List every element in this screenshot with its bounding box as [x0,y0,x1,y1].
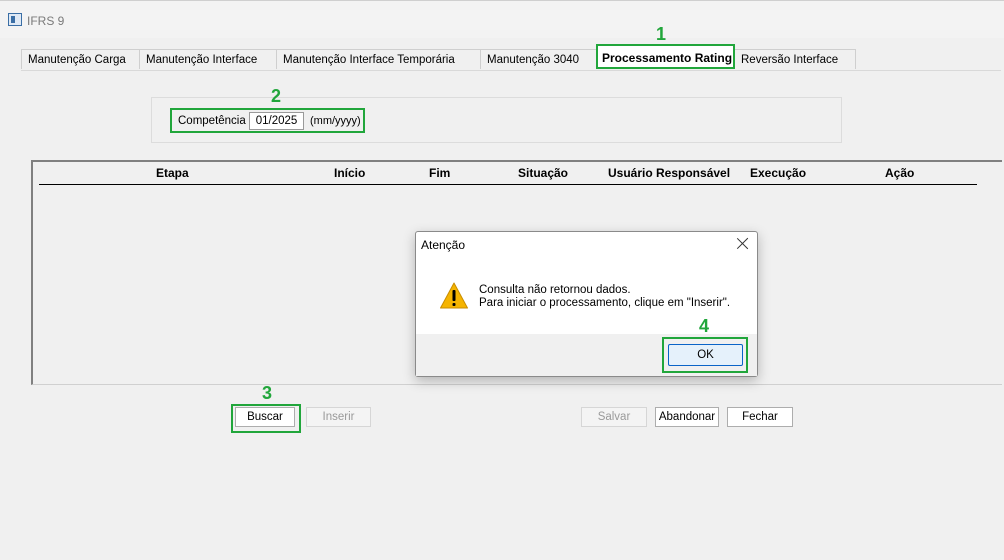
title-bar: IFRS 9 [0,0,1004,38]
tab-reversao-interface[interactable]: Reversão Interface [734,49,856,69]
dialog-message-line-1: Consulta não retornou dados. [479,284,631,296]
grid-header: Etapa Início Fim Situação Usuário Respon… [39,165,977,185]
dialog-footer: OK [416,334,757,376]
inserir-button[interactable]: Inserir [306,407,371,427]
competencia-label: Competência [178,115,246,127]
ok-button[interactable]: OK [668,344,743,366]
column-header-etapa[interactable]: Etapa [156,166,189,180]
annotation-marker-2: 2 [271,86,282,106]
annotation-marker-4: 4 [699,316,710,336]
tab-processamento-rating[interactable]: Processamento Rating [596,44,735,69]
warning-icon [440,282,468,309]
column-header-inicio[interactable]: Início [334,166,365,180]
dialog-title: Atenção [421,238,466,252]
annotation-marker-1: 1 [656,24,667,44]
annotation-marker-3: 3 [262,383,273,403]
fechar-button[interactable]: Fechar [727,407,793,427]
app-window-icon [8,13,22,26]
competencia-format-hint: (mm/yyyy) [310,115,361,127]
column-header-fim[interactable]: Fim [429,166,450,180]
window-title: IFRS 9 [27,14,65,28]
column-header-situacao[interactable]: Situação [518,166,568,180]
column-header-acao[interactable]: Ação [885,166,914,180]
attention-dialog: Atenção Consulta não retornou dados. Par… [415,231,758,377]
tab-manutencao-interface[interactable]: Manutenção Interface [139,49,277,69]
tab-manutencao-3040[interactable]: Manutenção 3040 [480,49,598,69]
tab-manutencao-carga[interactable]: Manutenção Carga [21,49,140,69]
dialog-message-line-2: Para iniciar o processamento, clique em … [479,297,731,309]
column-header-execucao[interactable]: Execução [750,166,806,180]
competencia-input[interactable] [249,112,304,130]
close-icon[interactable] [736,237,750,251]
tab-manutencao-interface-temporaria[interactable]: Manutenção Interface Temporária [276,49,481,69]
tab-bar: Manutenção Carga Manutenção Interface Ma… [0,38,1004,70]
buscar-button[interactable]: Buscar [235,407,295,427]
abandonar-button[interactable]: Abandonar [655,407,719,427]
column-header-usuario-responsavel[interactable]: Usuário Responsável [608,166,730,180]
salvar-button[interactable]: Salvar [581,407,647,427]
